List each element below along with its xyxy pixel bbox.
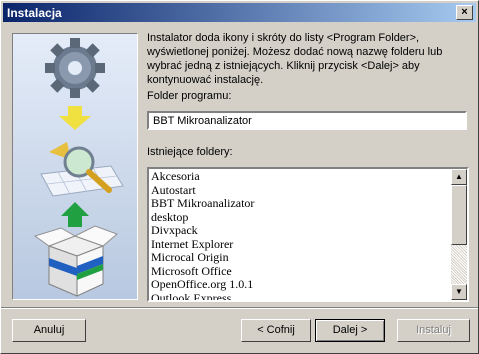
back-button[interactable]: < Cofnij xyxy=(241,319,311,342)
list-item[interactable]: Microsoft Office xyxy=(151,264,254,279)
installer-illustration xyxy=(13,34,137,299)
window-title: Instalacja xyxy=(7,6,62,20)
separator xyxy=(1,307,478,309)
side-illustration xyxy=(12,33,138,300)
install-button[interactable]: Instaluj xyxy=(397,319,470,342)
program-folder-label: Folder programu: xyxy=(147,90,232,102)
scroll-up-icon[interactable]: ▲ xyxy=(451,169,467,185)
list-scrollbar[interactable]: ▲ ▼ xyxy=(451,169,467,300)
scroll-down-icon[interactable]: ▼ xyxy=(451,284,467,300)
title-bar[interactable]: Instalacja × xyxy=(3,3,476,22)
gear-icon xyxy=(45,38,105,98)
installer-window: Instalacja × Instalator doda ikony i skr… xyxy=(0,0,479,354)
list-item[interactable]: Internet Explorer xyxy=(151,237,254,252)
cancel-button[interactable]: Anuluj xyxy=(12,319,86,342)
description-text: Instalator doda ikony i skróty do listy … xyxy=(147,32,443,86)
list-item[interactable]: Microcal Origin xyxy=(151,250,254,265)
program-folder-input[interactable]: BBT Mikroanalizator xyxy=(147,111,467,130)
list-item[interactable]: Autostart xyxy=(151,183,254,198)
next-button[interactable]: Dalej > xyxy=(315,319,385,342)
list-item[interactable]: Akcesoria xyxy=(151,169,254,184)
list-item[interactable]: OpenOffice.org 1.0.1 xyxy=(151,277,254,292)
list-item[interactable]: BBT Mikroanalizator xyxy=(151,196,254,211)
existing-folders-label: Istniejące foldery: xyxy=(147,146,233,158)
scroll-thumb[interactable] xyxy=(451,185,467,245)
list-item[interactable]: Divxpack xyxy=(151,223,254,238)
list-item[interactable]: Outlook Express xyxy=(151,291,254,300)
existing-folders-list[interactable]: Akcesoria Autostart BBT Mikroanalizator … xyxy=(147,167,469,302)
close-button[interactable]: × xyxy=(456,5,473,20)
list-item[interactable]: desktop xyxy=(151,210,254,225)
